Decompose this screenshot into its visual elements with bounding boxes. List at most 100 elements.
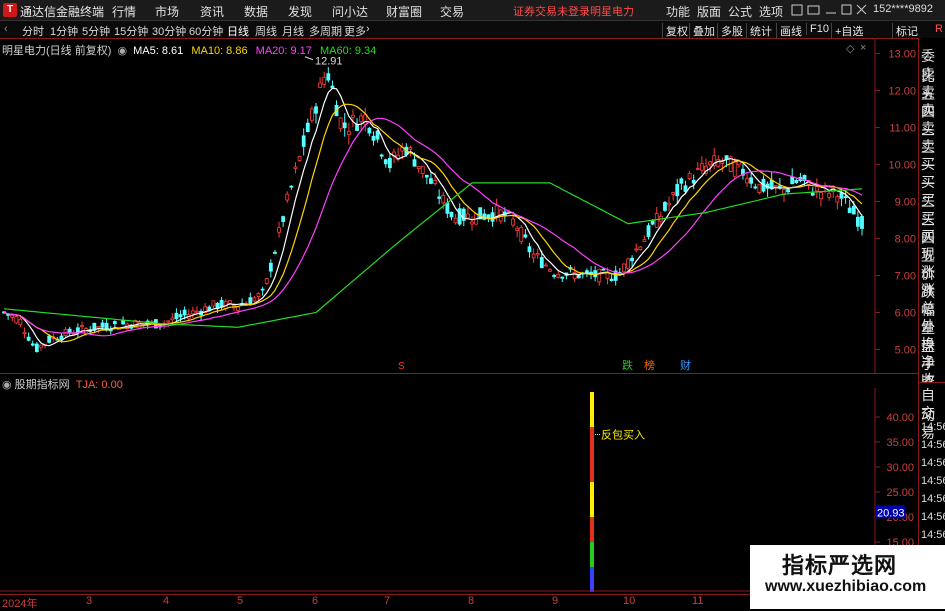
candle-body [642,239,647,242]
period-fenshi[interactable]: 分时 [22,23,44,39]
candle-body [556,273,561,278]
candle-body [839,192,844,199]
candle-body [630,257,635,262]
period-daily[interactable]: 日线 [227,23,249,39]
candle-body [757,183,762,193]
btn-f10[interactable]: F10 [806,23,829,35]
candle-body [424,174,429,178]
period-15min[interactable]: 15分钟 [114,23,148,39]
candle-body [470,221,474,225]
period-5min[interactable]: 5分钟 [82,23,110,39]
candle-body [18,318,23,326]
period-1min[interactable]: 1分钟 [50,23,78,39]
candle-body [465,213,470,219]
skin-icon[interactable] [791,4,803,16]
menu-gongneng[interactable]: 功能 [666,3,690,20]
candle-body [539,257,544,269]
message-icon[interactable] [807,5,820,15]
candle-body [527,246,532,253]
btn-add-watchlist[interactable]: +自选 [831,23,863,39]
candle-body [289,185,294,188]
menu-faxian[interactable]: 发现 [288,3,312,20]
candle-body [166,320,171,323]
r-tag[interactable]: R [935,23,943,35]
candle-body [277,227,281,233]
sidebar-label: 14:56 [921,421,945,433]
candle-body [523,234,528,238]
y-tick-label: 13.00 [888,48,916,60]
candle-body [371,135,376,141]
menu-wenxiaoda[interactable]: 问小达 [332,3,368,20]
candle-body [420,165,425,174]
ind-y-tick-label: 40.00 [886,412,914,424]
menu-hangqing[interactable]: 行情 [112,3,136,20]
menu-shuju[interactable]: 数据 [244,3,268,20]
current-value-label: 20.93 [877,507,905,519]
candle-body [531,253,536,259]
trade-login-notice[interactable]: 证券交易未登录 [513,3,590,19]
candle-body [679,178,684,184]
sidebar-label: 14:56 [921,493,945,505]
btn-huaxian[interactable]: 画线 [776,23,802,39]
candle-body [453,217,458,224]
maximize-icon[interactable] [841,4,852,15]
candle-body [552,275,557,277]
period-multi[interactable]: 多周期 [309,23,342,39]
candle-body [814,186,819,192]
candle-body [638,246,643,250]
candle-body [449,211,454,218]
period-more[interactable]: 更多 [344,23,366,39]
btn-duogu[interactable]: 多股 [717,23,743,39]
candle-body [301,135,306,147]
period-monthly[interactable]: 月线 [282,23,304,39]
more-chevron-icon[interactable]: › [366,23,370,35]
x-tick-label: 10 [623,595,636,607]
btn-biaoji[interactable]: 标记 [892,23,918,39]
menu-xuanxiang[interactable]: 选项 [759,3,783,20]
candle-body [749,177,754,184]
period-weekly[interactable]: 周线 [255,23,277,39]
candle-body [416,166,421,169]
btn-diejia[interactable]: 叠加 [689,23,715,39]
ind-y-tick-label: 25.00 [886,487,914,499]
menu-shichang[interactable]: 市场 [155,3,179,20]
btn-fuquan[interactable]: 复权 [662,23,688,39]
candle-body [810,192,815,196]
menu-zixun[interactable]: 资讯 [200,3,224,20]
candle-body [273,251,277,254]
candle-body [494,205,499,217]
candle-body [851,206,856,215]
candle-body [195,310,199,313]
btn-tongji[interactable]: 统计 [746,23,772,39]
y-tick-label: 8.00 [895,233,916,245]
y-tick-label: 9.00 [895,196,916,208]
kline-chart[interactable]: 13.00 12.00 11.00 10.00 9.00 8.00 7.00 6.00 5.00… [0,38,918,373]
sidebar-label: 14:56 [921,439,945,451]
candle-body [256,293,261,297]
candle-body [490,212,495,222]
period-30min[interactable]: 30分钟 [152,23,186,39]
stock-name-title: 明星电力 [590,6,634,18]
x-tick-label: 3 [86,595,93,607]
user-account[interactable]: 152****9892 [873,3,933,15]
candle-body [457,208,462,225]
candle-body [543,264,548,267]
ma5-line [3,87,863,347]
menu-caifuquan[interactable]: 财富圈 [386,3,422,20]
menu-jiaoyi[interactable]: 交易 [440,3,464,20]
candle-body [667,202,671,206]
close-icon[interactable] [856,4,867,15]
menu-gongshi[interactable]: 公式 [728,3,752,20]
menu-banmian[interactable]: 版面 [697,3,721,20]
nav-arrow-icon[interactable]: ‹ [4,23,8,35]
candle-body [351,114,355,118]
period-60min[interactable]: 60分钟 [189,23,223,39]
y-tick-label: 7.00 [895,270,916,282]
candle-body [663,201,667,211]
candle-body [34,343,39,353]
candle-body [22,331,27,334]
candle-body [293,166,298,169]
sidebar-label: 14:56 [921,457,945,469]
candle-body [827,192,832,198]
watermark-title: 指标严选网 [782,553,898,578]
